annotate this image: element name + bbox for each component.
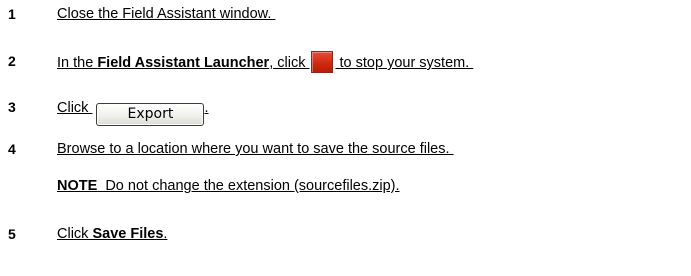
note-label: NOTE (57, 178, 98, 194)
step-text-post: to stop your system. (335, 55, 474, 71)
step-text-pre: In the (57, 55, 98, 71)
step-text: In the Field Assistant Launcher, click t… (57, 51, 473, 73)
step-2: 2 In the Field Assistant Launcher, click… (0, 51, 691, 77)
step-number: 5 (8, 226, 16, 242)
step-text: Browse to a location where you want to s… (57, 141, 454, 157)
step-text-pre: Click (57, 226, 93, 242)
step-5: 5 Click Save Files. (0, 224, 691, 250)
note-body: Do not change the extension (sourcefiles… (97, 178, 400, 194)
step-1: 1 Close the Field Assistant window. (0, 4, 691, 30)
step-text-post: . (204, 100, 209, 116)
step-number: 4 (8, 141, 16, 157)
stop-icon (311, 51, 334, 73)
note-text: NOTE Do not change the extension (source… (57, 176, 400, 196)
step-text-post: . (163, 226, 168, 242)
step-3: 3 Click Export. (0, 92, 691, 126)
step-number: 2 (8, 53, 16, 69)
save-files-label: Save Files (92, 226, 164, 242)
step-text: Click Export. (57, 98, 208, 126)
step-text: Close the Field Assistant window. (57, 6, 276, 22)
step-text-pre: Click (57, 100, 93, 116)
field-assistant-launcher-label: Field Assistant Launcher (97, 55, 270, 71)
export-button[interactable]: Export (96, 103, 205, 126)
step-4: 4 Browse to a location where you want to… (0, 139, 691, 165)
note: NOTE Do not change the extension (source… (0, 176, 691, 202)
step-number: 1 (8, 6, 16, 22)
step-number: 3 (8, 99, 16, 115)
step-text-mid: , click (269, 55, 310, 71)
step-text: Click Save Files. (57, 224, 167, 244)
